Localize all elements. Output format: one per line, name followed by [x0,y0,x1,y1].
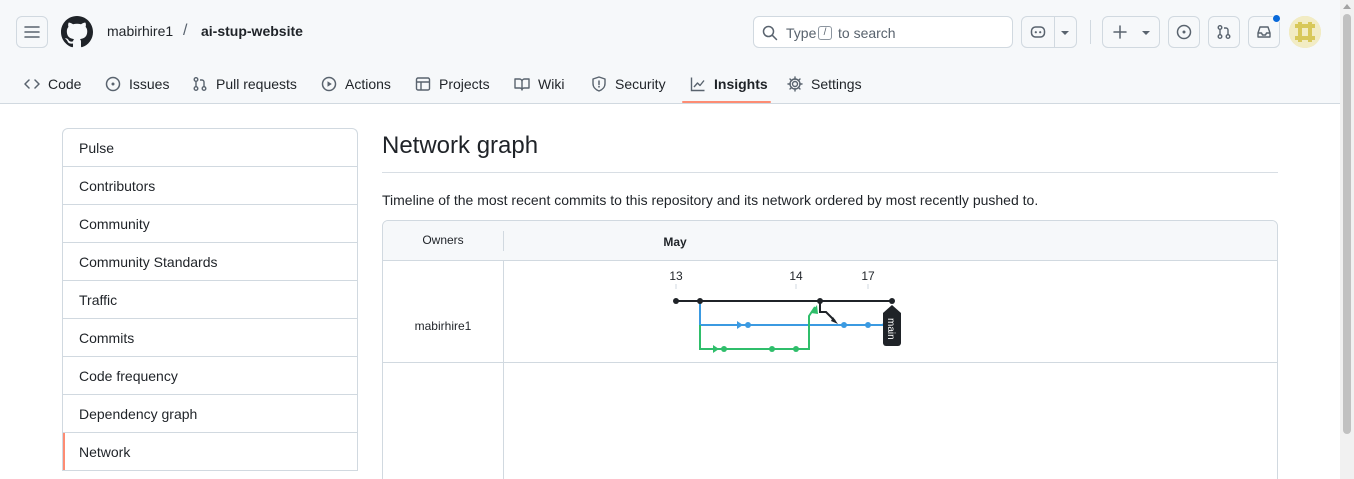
insights-sidebar: Pulse Contributors Community Community S… [62,128,358,471]
scroll-up-arrow-icon[interactable] [1343,4,1351,9]
tab-wiki-label: Wiki [538,76,565,92]
sidebar-item-network[interactable]: Network [63,433,357,471]
commit-dot[interactable] [841,322,847,328]
sidebar-item-community[interactable]: Community [63,205,357,243]
sidebar-item-commits[interactable]: Commits [63,319,357,357]
network-graph[interactable]: Owners mabirhire1 May 13 14 17 main [382,220,1278,479]
menu-button[interactable] [16,16,48,48]
pull-request-icon [1217,25,1231,39]
search-shortcut-key: / [818,26,832,40]
inbox-icon [1257,26,1271,38]
tab-pull-requests[interactable]: Pull requests [184,64,305,104]
avatar-identicon [1289,16,1321,48]
shield-icon [592,76,606,92]
menu-icon [24,26,40,38]
copilot-icon [1030,26,1046,38]
commit-dot[interactable] [697,298,703,304]
sidebar-item-traffic[interactable]: Traffic [63,281,357,319]
branch-label-main[interactable]: main [883,305,901,346]
green-merge-arrow [811,305,818,314]
green-arrow [713,345,719,353]
network-graph-canvas[interactable]: May 13 14 17 main [383,221,1278,479]
tab-security[interactable]: Security [583,64,674,104]
commit-dot[interactable] [769,346,775,352]
month-label: May [663,235,687,249]
commit-dot[interactable] [721,346,727,352]
search-icon [762,25,778,41]
day-label-14: 14 [789,269,803,283]
copilot-divider [1054,17,1055,47]
sidebar-item-community-standards[interactable]: Community Standards [63,243,357,281]
gear-icon [787,76,803,92]
tab-projects[interactable]: Projects [407,64,498,104]
sidebar-item-code-frequency[interactable]: Code frequency [63,357,357,395]
title-divider [382,172,1278,173]
sidebar-item-dependency-graph[interactable]: Dependency graph [63,395,357,433]
code-icon [24,79,40,89]
chevron-down-icon [1142,31,1150,35]
active-tab-indicator [682,101,771,103]
tab-pull-requests-label: Pull requests [216,76,297,92]
blue-arrow [737,321,743,329]
plus-icon [1113,25,1127,39]
breadcrumb-repo[interactable]: ai-stup-website [201,23,303,39]
search-input[interactable]: Type / to search [753,16,1013,48]
header-divider [1090,20,1091,44]
commit-dot[interactable] [865,322,871,328]
day-label-17: 17 [861,269,875,283]
sidebar-item-contributors[interactable]: Contributors [63,167,357,205]
commit-dot[interactable] [793,346,799,352]
scrollbar-thumb[interactable] [1343,14,1351,434]
commit-dot[interactable] [889,298,895,304]
tab-wiki[interactable]: Wiki [506,64,572,104]
graph-icon [690,77,705,92]
search-placeholder-prefix: Type [786,25,817,41]
pull-requests-button[interactable] [1208,16,1240,48]
green-branch-line [699,306,816,350]
breadcrumb-separator: / [183,22,188,39]
branch-label-text: main [885,318,896,340]
tab-security-label: Security [615,76,666,92]
pull-request-icon [193,77,207,91]
sidebar-item-pulse[interactable]: Pulse [63,129,357,167]
book-icon [514,78,530,91]
global-header: mabirhire1 / ai-stup-website Type / to s… [0,0,1340,104]
tab-settings-label: Settings [811,76,862,92]
search-placeholder-suffix: to search [838,25,896,41]
chevron-down-icon[interactable] [1060,29,1070,37]
tab-insights-label: Insights [714,76,768,92]
avatar[interactable] [1289,16,1321,48]
table-icon [415,77,431,91]
commit-dot[interactable] [745,322,751,328]
play-icon [321,76,337,92]
page-title: Network graph [382,132,539,159]
commit-dot[interactable] [817,298,823,304]
tab-actions-label: Actions [345,76,391,92]
notification-indicator [1272,14,1281,23]
issues-button[interactable] [1168,16,1200,48]
tab-settings[interactable]: Settings [779,64,870,104]
tab-code-label: Code [48,76,82,92]
tab-code[interactable]: Code [16,64,89,104]
issue-opened-icon [105,76,121,92]
tab-issues[interactable]: Issues [97,64,177,104]
copilot-button[interactable] [1021,16,1077,48]
tab-insights[interactable]: Insights [682,64,776,104]
blue-branch-line [699,301,889,326]
create-new-button[interactable] [1102,16,1160,48]
page-description: Timeline of the most recent commits to t… [382,192,1039,208]
tab-issues-label: Issues [129,76,170,92]
commit-dot[interactable] [673,298,679,304]
github-logo-icon[interactable] [61,16,93,48]
issue-opened-icon [1176,24,1192,40]
breadcrumb-owner[interactable]: mabirhire1 [107,23,173,39]
day-label-13: 13 [669,269,683,283]
tab-projects-label: Projects [439,76,490,92]
page-scrollbar[interactable] [1340,0,1354,479]
tab-actions[interactable]: Actions [313,64,399,104]
